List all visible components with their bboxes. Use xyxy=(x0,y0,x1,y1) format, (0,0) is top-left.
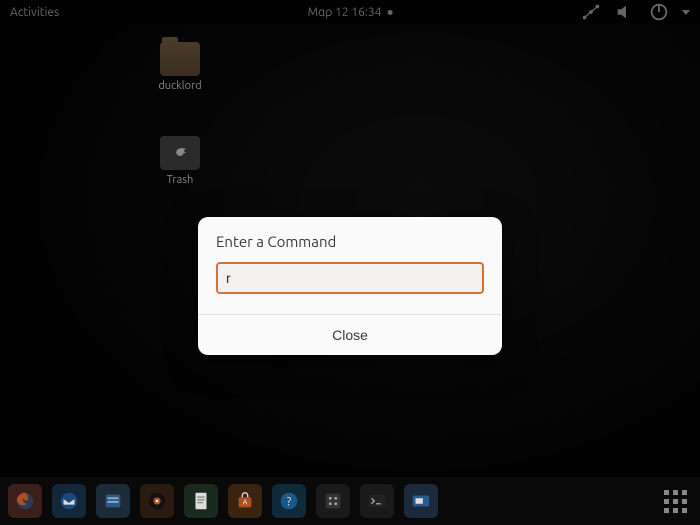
command-input[interactable] xyxy=(216,262,484,294)
svg-text:?: ? xyxy=(287,496,292,509)
dock-item-rhythmbox[interactable] xyxy=(140,484,174,518)
dock-item-files[interactable] xyxy=(96,484,130,518)
dialog-title: Enter a Command xyxy=(216,233,484,250)
dock-item-writer[interactable] xyxy=(184,484,218,518)
dialog-footer: Close xyxy=(198,314,502,355)
dock-item-terminal[interactable] xyxy=(360,484,394,518)
dock-item-thunderbird[interactable] xyxy=(52,484,86,518)
dock-item-settings[interactable] xyxy=(316,484,350,518)
firefox-icon xyxy=(14,490,36,512)
close-button[interactable]: Close xyxy=(198,315,502,355)
desktop-folder-ducklord[interactable]: ducklord xyxy=(145,42,215,92)
system-status-area[interactable] xyxy=(580,1,690,23)
desktop-trash[interactable]: Trash xyxy=(145,136,215,186)
show-applications-button[interactable] xyxy=(658,484,692,518)
software-icon: A xyxy=(234,490,256,512)
rhythmbox-icon xyxy=(146,490,168,512)
power-icon xyxy=(648,1,670,23)
trash-icon xyxy=(160,136,200,170)
dock-item-software[interactable]: A xyxy=(228,484,262,518)
desktop-icon-label: Trash xyxy=(145,174,215,186)
chevron-down-icon xyxy=(682,10,690,15)
clock[interactable]: Μαρ 12 16:34 xyxy=(308,6,393,19)
dock-item-screenshot[interactable] xyxy=(404,484,438,518)
volume-icon xyxy=(614,1,636,23)
network-icon xyxy=(580,1,602,23)
svg-text:A: A xyxy=(243,499,248,507)
notification-dot-icon xyxy=(387,10,392,15)
activities-button[interactable]: Activities xyxy=(10,6,59,19)
screenshot-icon xyxy=(410,490,432,512)
dock-item-firefox[interactable] xyxy=(8,484,42,518)
run-command-dialog: Enter a Command Close xyxy=(198,217,502,355)
files-icon xyxy=(102,490,124,512)
document-icon xyxy=(190,490,212,512)
dock: A ? xyxy=(0,477,700,525)
desktop-icon-label: ducklord xyxy=(145,80,215,92)
thunderbird-icon xyxy=(58,490,80,512)
dialog-body: Enter a Command xyxy=(198,217,502,314)
dock-item-help[interactable]: ? xyxy=(272,484,306,518)
terminal-icon xyxy=(366,490,388,512)
top-bar: Activities Μαρ 12 16:34 xyxy=(0,0,700,24)
help-icon: ? xyxy=(278,490,300,512)
desktop[interactable]: ducklord Trash Enter a Command Close xyxy=(0,24,700,525)
clock-label: Μαρ 12 16:34 xyxy=(308,6,382,19)
settings-icon xyxy=(322,490,344,512)
folder-icon xyxy=(160,42,200,76)
